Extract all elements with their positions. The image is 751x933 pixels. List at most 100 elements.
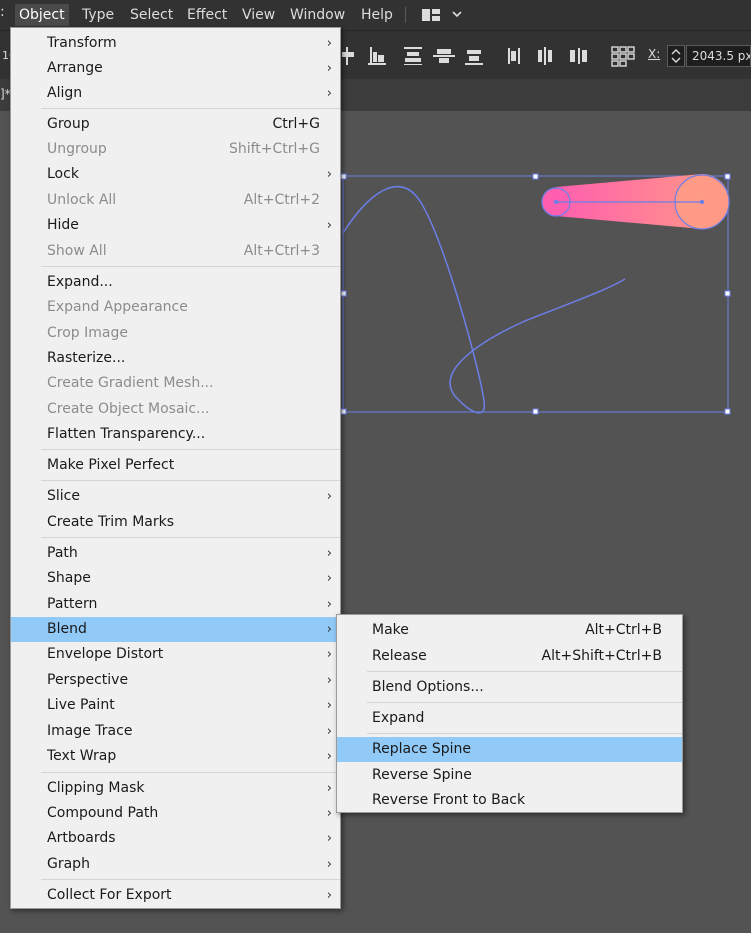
blend-menu-item-replace-spine[interactable]: Replace Spine: [337, 737, 682, 762]
object-menu-item-envelope-distort[interactable]: Envelope Distort ›: [11, 642, 340, 667]
object-menu-item-image-trace[interactable]: Image Trace ›: [11, 719, 340, 744]
object-menu-item-path[interactable]: Path ›: [11, 541, 340, 566]
object-menu-item-perspective[interactable]: Perspective ›: [11, 668, 340, 693]
menu-effect[interactable]: Effect: [183, 4, 231, 26]
object-menu-item-label: Show All: [47, 243, 107, 259]
object-menu-item-lock[interactable]: Lock ›: [11, 162, 340, 187]
chevron-right-icon: ›: [326, 673, 332, 688]
object-menu-item-label: Image Trace: [47, 723, 133, 739]
chevron-right-icon: ›: [326, 218, 332, 233]
menu-window[interactable]: Window: [286, 4, 349, 26]
x-coordinate-input[interactable]: 2043.5 px: [686, 45, 751, 67]
blend-menu-item-reverse-spine[interactable]: Reverse Spine: [337, 763, 682, 788]
blend-menu-item-blend-options[interactable]: Blend Options...: [337, 675, 682, 700]
object-menu-item-shortcut: Alt+Ctrl+3: [243, 243, 320, 259]
chevron-right-icon: ›: [326, 781, 332, 796]
chevron-right-icon: ›: [326, 647, 332, 662]
object-menu-item-label: Blend: [47, 621, 87, 637]
object-menu-item-label: Flatten Transparency...: [47, 426, 206, 442]
object-menu-item-blend[interactable]: Blend ›: [11, 617, 340, 642]
object-menu-item-expand[interactable]: Expand...: [11, 270, 340, 295]
object-menu-item-label: Clipping Mask: [47, 780, 145, 796]
object-menu-item-label: Artboards: [47, 830, 116, 846]
menu-separator: [41, 772, 340, 773]
object-menu-item-flatten-transparency[interactable]: Flatten Transparency...: [11, 422, 340, 447]
chevron-right-icon: ›: [326, 831, 332, 846]
object-menu-item-graph[interactable]: Graph ›: [11, 852, 340, 877]
object-menu-item-ungroup[interactable]: Ungroup Shift+Ctrl+G: [11, 137, 340, 162]
menu-help[interactable]: Help: [357, 4, 397, 26]
blend-menu-item-label: Make: [372, 622, 409, 638]
object-menu-item-label: Create Trim Marks: [47, 514, 175, 530]
object-menu-item-label: Arrange: [47, 60, 103, 76]
object-menu-item-show-all[interactable]: Show All Alt+Ctrl+3: [11, 239, 340, 264]
menu-separator: [41, 266, 340, 267]
object-menu-item-label: Shape: [47, 570, 91, 586]
chevron-right-icon: ›: [326, 86, 332, 101]
chevron-right-icon: ›: [326, 61, 332, 76]
blend-menu-item-label: Expand: [372, 710, 425, 726]
blend-anchor-end[interactable]: [699, 199, 705, 205]
object-menu-item-shape[interactable]: Shape ›: [11, 566, 340, 591]
object-menu-item-artboards[interactable]: Artboards ›: [11, 826, 340, 851]
object-menu-item-rasterize[interactable]: Rasterize...: [11, 346, 340, 371]
blend-menu-item-shortcut: Alt+Ctrl+B: [585, 622, 662, 638]
object-menu-item-create-trim-marks[interactable]: Create Trim Marks: [11, 510, 340, 535]
object-menu-item-arrange[interactable]: Arrange ›: [11, 56, 340, 81]
object-menu-item-label: Group: [47, 116, 90, 132]
chevron-right-icon: ›: [326, 546, 332, 561]
object-menu-item-label: Slice: [47, 488, 80, 504]
object-menu-item-make-pixel-perfect[interactable]: Make Pixel Perfect: [11, 453, 340, 478]
chevron-right-icon: ›: [326, 698, 332, 713]
object-menu-item-group[interactable]: Group Ctrl+G: [11, 112, 340, 137]
menu-separator: [367, 671, 682, 672]
object-menu-item-collect-for-export[interactable]: Collect For Export ›: [11, 883, 340, 908]
menu-type[interactable]: Type: [78, 4, 118, 26]
object-menu-item-align[interactable]: Align ›: [11, 81, 340, 106]
blend-menu-item-reverse-front-to-back[interactable]: Reverse Front to Back: [337, 788, 682, 813]
object-menu-item-unlock-all[interactable]: Unlock All Alt+Ctrl+2: [11, 188, 340, 213]
object-menu-item-compound-path[interactable]: Compound Path ›: [11, 801, 340, 826]
blend-menu-item-expand[interactable]: Expand: [337, 706, 682, 731]
chevron-right-icon: ›: [326, 36, 332, 51]
object-menu-item-text-wrap[interactable]: Text Wrap ›: [11, 744, 340, 769]
menu-separator: [41, 879, 340, 880]
object-menu-item-label: Live Paint: [47, 697, 115, 713]
object-menu-item-label: Hide: [47, 217, 79, 233]
object-menu-item-label: Compound Path: [47, 805, 159, 821]
workspace-switcher-button[interactable]: [421, 7, 465, 27]
object-menu-item-expand-appearance[interactable]: Expand Appearance: [11, 295, 340, 320]
object-menu-item-transform[interactable]: Transform ›: [11, 31, 340, 56]
blend-menu-item-make[interactable]: Make Alt+Ctrl+B: [337, 618, 682, 643]
object-menu-item-label: Rasterize...: [47, 350, 126, 366]
chevron-right-icon: ›: [326, 571, 332, 586]
blend-submenu: Make Alt+Ctrl+B Release Alt+Shift+Ctrl+B Ble…: [336, 614, 683, 813]
object-menu-item-live-paint[interactable]: Live Paint ›: [11, 693, 340, 718]
blend-menu-item-release[interactable]: Release Alt+Shift+Ctrl+B: [337, 644, 682, 669]
object-menu-item-create-gradient-mesh[interactable]: Create Gradient Mesh...: [11, 371, 340, 396]
workspace-layout-icon: [422, 9, 462, 21]
object-menu-item-label: Graph: [47, 856, 90, 872]
menu-separator: [367, 733, 682, 734]
object-menu-item-pattern[interactable]: Pattern ›: [11, 592, 340, 617]
blend-menu-item-label: Blend Options...: [372, 679, 484, 695]
chevron-right-icon: ›: [326, 888, 332, 903]
object-menu-item-label: Perspective: [47, 672, 129, 688]
menu-object[interactable]: Object: [15, 4, 69, 26]
chevron-right-icon: ›: [326, 749, 332, 764]
blend-anchor-start[interactable]: [553, 199, 559, 205]
object-menu-item-slice[interactable]: Slice ›: [11, 484, 340, 509]
chevron-right-icon: ›: [326, 622, 332, 637]
align-distribute-icons[interactable]: [340, 45, 640, 67]
object-menu-item-hide[interactable]: Hide ›: [11, 213, 340, 238]
object-menu-item-create-object-mosaic[interactable]: Create Object Mosaic...: [11, 397, 340, 422]
menu-select[interactable]: Select: [126, 4, 177, 26]
object-menu-item-label: Path: [47, 545, 78, 561]
object-menu-item-crop-image[interactable]: Crop Image: [11, 321, 340, 346]
menu-view[interactable]: View: [238, 4, 279, 26]
menu-separator: [41, 480, 340, 481]
chevron-right-icon: ›: [326, 167, 332, 182]
menu-bar-divider: [405, 7, 406, 23]
x-stepper[interactable]: [667, 45, 685, 67]
object-menu-item-clipping-mask[interactable]: Clipping Mask ›: [11, 776, 340, 801]
